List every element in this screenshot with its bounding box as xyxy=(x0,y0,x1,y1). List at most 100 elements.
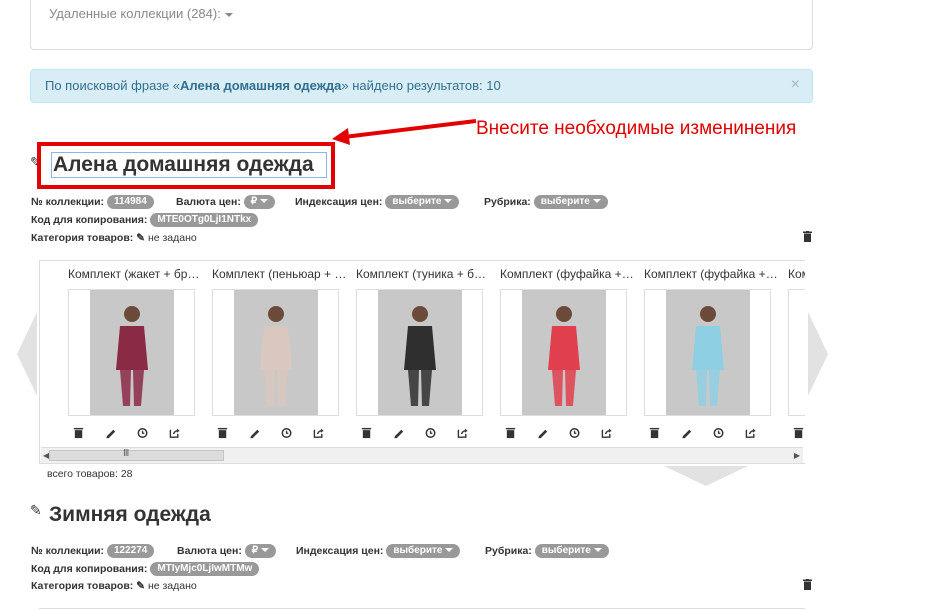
share-icon[interactable] xyxy=(313,427,325,439)
collection-meta-row: № коллекции: 122274 xyxy=(31,544,155,558)
copy-code-badge[interactable]: MTE0OTg0LjI1NTkx xyxy=(150,213,259,227)
indexation-dropdown[interactable]: выберите xyxy=(386,544,461,558)
rubric-label: Рубрика: xyxy=(485,544,532,557)
share-icon[interactable] xyxy=(457,427,469,439)
trash-icon[interactable] xyxy=(649,427,661,439)
collection-title[interactable]: Зимняя одежда xyxy=(49,503,211,527)
currency-value: ₽ xyxy=(251,545,259,556)
history-icon[interactable] xyxy=(137,427,149,439)
rubric-row: Рубрика: выберите xyxy=(484,195,608,209)
rubric-dropdown[interactable]: выберите xyxy=(534,544,609,558)
edit-icon[interactable] xyxy=(537,427,549,439)
share-icon[interactable] xyxy=(169,427,181,439)
product-title[interactable]: Комплект (фуфайка + бриджи) xyxy=(644,267,779,281)
alert-prefix: По поисковой фразе « xyxy=(45,78,181,93)
currency-row: Валюта цен: ₽ xyxy=(176,195,276,209)
product-image[interactable] xyxy=(788,289,805,416)
edit-icon[interactable] xyxy=(249,427,261,439)
product-photo xyxy=(522,290,606,415)
rubric-row: Рубрика: выберите xyxy=(485,544,609,558)
edit-icon[interactable] xyxy=(105,427,117,439)
indexation-row: Индексация цен: выберите xyxy=(296,544,461,558)
indexation-label: Индексация цен: xyxy=(295,195,383,208)
pencil-icon[interactable]: ✎ xyxy=(30,502,42,519)
trash-icon[interactable] xyxy=(73,427,85,439)
edit-icon[interactable] xyxy=(393,427,405,439)
product-actions xyxy=(644,427,771,441)
product-title[interactable]: Комплект (пеньюар + сорочка) xyxy=(212,267,347,281)
scrollbar-thumb[interactable]: III xyxy=(49,448,224,461)
currency-row: Валюта цен: ₽ xyxy=(177,544,277,558)
copy-code-label: Код для копирования: xyxy=(31,213,148,226)
divider xyxy=(39,608,805,609)
indexation-label: Индексация цен: xyxy=(296,544,384,557)
trash-icon[interactable] xyxy=(217,427,229,439)
product-image[interactable] xyxy=(644,289,771,416)
trash-icon[interactable] xyxy=(793,427,805,439)
product-image[interactable] xyxy=(500,289,627,416)
product-image[interactable] xyxy=(356,289,483,416)
currency-dropdown[interactable]: ₽ xyxy=(244,544,277,558)
carousel-scrollbar[interactable]: ◀ III ▶ xyxy=(41,447,803,463)
indexation-value: выберите xyxy=(392,196,442,207)
collection-number-label: № коллекции: xyxy=(31,195,105,208)
rubric-value: выберите xyxy=(541,545,591,556)
product-actions xyxy=(356,427,483,441)
carousel-next-button[interactable] xyxy=(808,312,828,396)
deleted-collections-toggle[interactable]: Удаленные коллекции (284): xyxy=(49,6,233,21)
currency-dropdown[interactable]: ₽ xyxy=(243,195,276,209)
products-total: всего товаров: 28 xyxy=(47,468,133,480)
copy-code-label: Код для копирования: xyxy=(31,562,148,575)
chevron-down-icon xyxy=(224,12,233,17)
share-icon[interactable] xyxy=(601,427,613,439)
product-title[interactable]: Комплект (фуфайка + бриджи) xyxy=(500,267,635,281)
product-actions xyxy=(212,427,339,441)
product-title[interactable]: Комплект xyxy=(788,267,805,281)
copy-code-row: Код для копирования: MTIyMjc0LjIwMTMw xyxy=(31,562,260,576)
trash-icon[interactable] xyxy=(361,427,373,439)
product-actions xyxy=(68,427,195,441)
search-result-alert: По поисковой фразе «Алена домашняя одежд… xyxy=(30,69,813,103)
currency-label: Валюта цен: xyxy=(177,544,242,557)
annotation-arrow-icon xyxy=(332,119,477,145)
product-title[interactable]: Комплект (туника + брюки) xyxy=(356,267,491,281)
collection-title-input[interactable] xyxy=(51,152,327,178)
copy-code-row: Код для копирования: MTE0OTg0LjI1NTkx xyxy=(31,213,259,227)
history-icon[interactable] xyxy=(281,427,293,439)
share-icon[interactable] xyxy=(745,427,757,439)
history-icon[interactable] xyxy=(569,427,581,439)
pencil-icon: ✎ xyxy=(136,580,146,592)
rubric-label: Рубрика: xyxy=(484,195,531,208)
product-image[interactable] xyxy=(212,289,339,416)
carousel-prev-button[interactable] xyxy=(17,312,37,396)
product-actions xyxy=(500,427,627,441)
category-edit[interactable]: ✎ не задано xyxy=(136,232,197,244)
category-edit[interactable]: ✎ не задано xyxy=(136,580,197,592)
history-icon[interactable] xyxy=(425,427,437,439)
product-title[interactable]: Комплект (жакет + брюки) xyxy=(68,267,203,281)
edit-icon[interactable] xyxy=(681,427,693,439)
category-value: не задано xyxy=(147,580,197,592)
rubric-dropdown[interactable]: выберите xyxy=(533,195,608,209)
product-photo xyxy=(378,290,462,415)
product-image[interactable] xyxy=(68,289,195,416)
category-row: Категория товаров: ✎ не задано xyxy=(31,580,197,592)
trash-icon[interactable] xyxy=(803,231,812,242)
product-photo xyxy=(666,290,750,415)
alert-suffix: » найдено результатов: 10 xyxy=(341,78,501,93)
chevron-down-icon xyxy=(261,548,270,553)
copy-code-badge[interactable]: MTIyMjc0LjIwMTMw xyxy=(150,562,260,576)
indexation-value: выберите xyxy=(393,545,443,556)
trash-icon[interactable] xyxy=(505,427,517,439)
chevron-down-icon xyxy=(592,199,601,204)
scroll-right-icon[interactable]: ▶ xyxy=(794,451,800,460)
title-highlight-frame xyxy=(37,142,335,189)
indexation-dropdown[interactable]: выберите xyxy=(385,195,460,209)
category-value: не задано xyxy=(147,232,197,244)
collection-meta-row: № коллекции: 114984 xyxy=(31,195,154,209)
history-icon[interactable] xyxy=(713,427,725,439)
scrollbar-grip: III xyxy=(123,448,129,459)
expand-down-button[interactable] xyxy=(664,466,748,486)
trash-icon[interactable] xyxy=(803,579,812,590)
close-icon[interactable]: × xyxy=(791,76,800,94)
